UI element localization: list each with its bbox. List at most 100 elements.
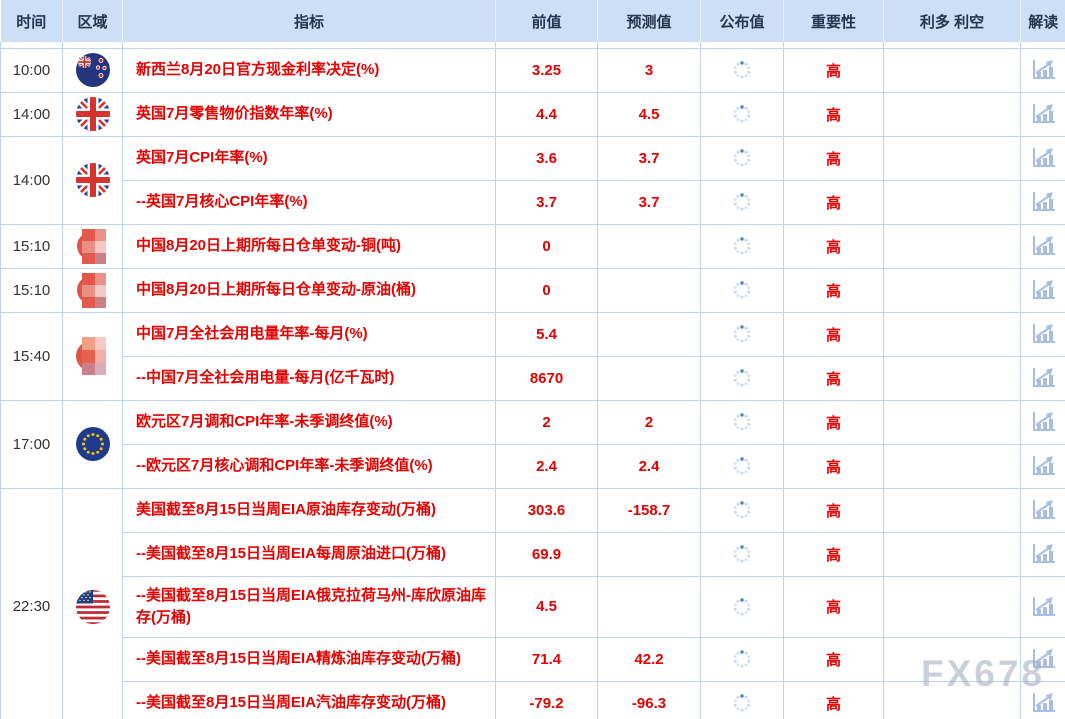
interpretation-cell[interactable] bbox=[1021, 637, 1065, 681]
interpretation-cell[interactable] bbox=[1021, 532, 1065, 576]
interpretation-cell[interactable] bbox=[1021, 681, 1065, 719]
col-header-region: 区域 bbox=[63, 0, 123, 42]
interpretation-cell[interactable] bbox=[1021, 488, 1065, 532]
indicator-cell[interactable]: 欧元区7月调和CPI年率-未季调终值(%) bbox=[123, 400, 496, 444]
importance-cell: 高 bbox=[784, 532, 884, 576]
forecast-value-cell: 3 bbox=[598, 48, 701, 92]
indicator-cell[interactable]: --美国截至8月15日当周EIA精炼油库存变动(万桶) bbox=[123, 637, 496, 681]
interpretation-cell[interactable] bbox=[1021, 444, 1065, 488]
loading-spinner-icon bbox=[732, 693, 752, 713]
interpretation-cell[interactable] bbox=[1021, 268, 1065, 312]
previous-value-cell: 8670 bbox=[496, 356, 598, 400]
published-value-cell bbox=[701, 180, 784, 224]
time-cell: 10:00 bbox=[1, 48, 63, 92]
uk-flag-icon bbox=[75, 96, 111, 132]
loading-spinner-icon bbox=[732, 500, 752, 520]
indicator-cell[interactable]: 英国7月CPI年率(%) bbox=[123, 136, 496, 180]
interpretation-cell[interactable] bbox=[1021, 400, 1065, 444]
previous-value-cell: 3.7 bbox=[496, 180, 598, 224]
col-header-indicator: 指标 bbox=[123, 0, 496, 42]
col-header-previous: 前值 bbox=[496, 0, 598, 42]
loading-spinner-icon bbox=[732, 104, 752, 124]
previous-value-cell: 0 bbox=[496, 224, 598, 268]
indicator-cell[interactable]: 中国8月20日上期所每日仓单变动-原油(桶) bbox=[123, 268, 496, 312]
sentiment-cell bbox=[884, 576, 1021, 637]
published-value-cell bbox=[701, 488, 784, 532]
loading-spinner-icon bbox=[732, 60, 752, 80]
importance-cell: 高 bbox=[784, 400, 884, 444]
bar-chart-arrow-icon bbox=[1030, 103, 1056, 125]
importance-cell: 高 bbox=[784, 681, 884, 719]
indicator-cell[interactable]: --英国7月核心CPI年率(%) bbox=[123, 180, 496, 224]
indicator-cell[interactable]: --欧元区7月核心调和CPI年率-未季调终值(%) bbox=[123, 444, 496, 488]
sentiment-cell bbox=[884, 224, 1021, 268]
forecast-value-cell bbox=[598, 312, 701, 356]
indicator-cell[interactable]: 新西兰8月20日官方现金利率决定(%) bbox=[123, 48, 496, 92]
eu-flag-icon bbox=[75, 426, 111, 462]
published-value-cell bbox=[701, 400, 784, 444]
interpretation-cell[interactable] bbox=[1021, 224, 1065, 268]
importance-cell: 高 bbox=[784, 488, 884, 532]
indicator-cell[interactable]: --美国截至8月15日当周EIA俄克拉荷马州-库欣原油库存(万桶) bbox=[123, 576, 496, 637]
us-flag-icon bbox=[75, 589, 111, 625]
calendar-row: 15:40 中国7月全社会用电量年率-每月(%)5.4 高 bbox=[1, 312, 1065, 356]
sentiment-cell bbox=[884, 356, 1021, 400]
published-value-cell bbox=[701, 136, 784, 180]
bar-chart-arrow-icon bbox=[1030, 692, 1056, 714]
loading-spinner-icon bbox=[732, 192, 752, 212]
published-value-cell bbox=[701, 532, 784, 576]
published-value-cell bbox=[701, 48, 784, 92]
published-value-cell bbox=[701, 224, 784, 268]
col-header-time: 时间 bbox=[1, 0, 63, 42]
bar-chart-arrow-icon bbox=[1030, 147, 1056, 169]
bar-chart-arrow-icon bbox=[1030, 499, 1056, 521]
forecast-value-cell: 4.5 bbox=[598, 92, 701, 136]
previous-value-cell: 3.25 bbox=[496, 48, 598, 92]
forecast-value-cell: -96.3 bbox=[598, 681, 701, 719]
interpretation-cell[interactable] bbox=[1021, 576, 1065, 637]
indicator-cell[interactable]: 美国截至8月15日当周EIA原油库存变动(万桶) bbox=[123, 488, 496, 532]
calendar-row: 14:00 英国7月CPI年率(%)3.63.7 高 bbox=[1, 136, 1065, 180]
bar-chart-arrow-icon bbox=[1030, 648, 1056, 670]
interpretation-cell[interactable] bbox=[1021, 136, 1065, 180]
importance-cell: 高 bbox=[784, 576, 884, 637]
indicator-cell[interactable]: --美国截至8月15日当周EIA汽油库存变动(万桶) bbox=[123, 681, 496, 719]
loading-spinner-icon bbox=[732, 456, 752, 476]
calendar-row: 22:30 美国截至8月15日当周EIA原油库存变动(万桶)303 bbox=[1, 488, 1065, 532]
importance-cell: 高 bbox=[784, 637, 884, 681]
flag-cell bbox=[63, 224, 123, 268]
flag-cell bbox=[63, 312, 123, 400]
sentiment-cell bbox=[884, 48, 1021, 92]
previous-value-cell: 303.6 bbox=[496, 488, 598, 532]
calendar-row: 10:00 新西兰8月20日官方现金利率决定(%)3.253 高 bbox=[1, 48, 1065, 92]
interpretation-cell[interactable] bbox=[1021, 312, 1065, 356]
flag-cell bbox=[63, 400, 123, 488]
bar-chart-arrow-icon bbox=[1030, 596, 1056, 618]
loading-spinner-icon bbox=[732, 236, 752, 256]
flag-cell bbox=[63, 268, 123, 312]
importance-cell: 高 bbox=[784, 92, 884, 136]
loading-spinner-icon bbox=[732, 544, 752, 564]
indicator-cell[interactable]: 英国7月零售物价指数年率(%) bbox=[123, 92, 496, 136]
bar-chart-arrow-icon bbox=[1030, 411, 1056, 433]
interpretation-cell[interactable] bbox=[1021, 48, 1065, 92]
indicator-cell[interactable]: 中国8月20日上期所每日仓单变动-铜(吨) bbox=[123, 224, 496, 268]
interpretation-cell[interactable] bbox=[1021, 180, 1065, 224]
economic-calendar-table: 时间 区域 指标 前值 预测值 公布值 重要性 利多 利空 解读 10:00 bbox=[0, 0, 1065, 719]
previous-value-cell: 2 bbox=[496, 400, 598, 444]
previous-value-cell: 2.4 bbox=[496, 444, 598, 488]
published-value-cell bbox=[701, 312, 784, 356]
importance-cell: 高 bbox=[784, 136, 884, 180]
indicator-cell[interactable]: --中国7月全社会用电量-每月(亿千瓦时) bbox=[123, 356, 496, 400]
calendar-row: --美国截至8月15日当周EIA每周原油进口(万桶)69.9 高 bbox=[1, 532, 1065, 576]
time-cell: 17:00 bbox=[1, 400, 63, 488]
interpretation-cell[interactable] bbox=[1021, 356, 1065, 400]
bar-chart-arrow-icon bbox=[1030, 59, 1056, 81]
sentiment-cell bbox=[884, 180, 1021, 224]
indicator-cell[interactable]: 中国7月全社会用电量年率-每月(%) bbox=[123, 312, 496, 356]
censored-china-flag-icon bbox=[76, 271, 110, 309]
published-value-cell bbox=[701, 356, 784, 400]
indicator-cell[interactable]: --美国截至8月15日当周EIA每周原油进口(万桶) bbox=[123, 532, 496, 576]
interpretation-cell[interactable] bbox=[1021, 92, 1065, 136]
col-header-sentiment: 利多 利空 bbox=[884, 0, 1021, 42]
